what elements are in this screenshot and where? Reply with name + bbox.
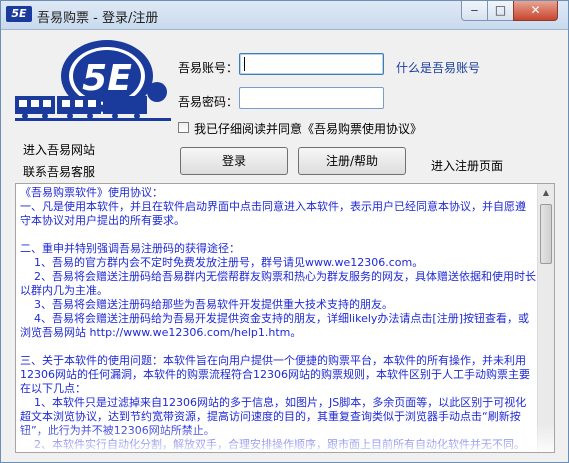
agree-checkbox[interactable] — [178, 122, 189, 133]
scroll-thumb[interactable] — [540, 204, 552, 264]
password-input[interactable] — [239, 87, 384, 109]
window-title: 吾易购票 - 登录/注册 — [37, 11, 159, 26]
login-button[interactable]: 登录 — [180, 147, 288, 175]
title-bar[interactable]: 5E 吾易购票 - 登录/注册 ‒ □ ✕ — [1, 1, 568, 30]
agreement-text: 《吾易购票软件》使用协议： 一、凡是使用本软件，并且在软件启动界面中点击同意进入… — [20, 186, 536, 451]
register-help-button[interactable]: 注册/帮助 — [298, 147, 406, 175]
close-button[interactable]: ✕ — [513, 1, 558, 21]
train-logo-icon: 5E — [15, 40, 171, 121]
agreement-scrollbar[interactable]: ▲ — [537, 184, 554, 452]
account-input[interactable] — [239, 53, 384, 75]
scroll-up-icon[interactable]: ▲ — [538, 184, 554, 201]
minimize-button[interactable]: ‒ — [461, 1, 488, 21]
website-link[interactable]: 进入吾易网站 — [23, 141, 95, 158]
logo-text: 5E — [82, 58, 132, 99]
password-label: 吾易密码： — [178, 95, 239, 109]
agree-label[interactable]: 我已仔细阅读并同意《吾易购票使用协议》 — [194, 120, 422, 137]
login-window: 5E 吾易购票 - 登录/注册 ‒ □ ✕ 5E 进入吾易网站 联系吾易客服 吾… — [0, 0, 569, 463]
app-icon: 5E — [6, 6, 32, 22]
fade-overlay — [16, 424, 554, 452]
agreement-textbox[interactable]: 《吾易购票软件》使用协议： 一、凡是使用本软件，并且在软件启动界面中点击同意进入… — [15, 183, 555, 453]
support-link[interactable]: 联系吾易客服 — [23, 163, 95, 180]
text-caret — [244, 57, 245, 71]
what-is-account-link[interactable]: 什么是吾易账号 — [396, 59, 480, 76]
register-page-link[interactable]: 进入注册页面 — [431, 157, 503, 174]
maximize-button[interactable]: □ — [487, 1, 514, 21]
account-label: 吾易账号： — [178, 61, 239, 75]
